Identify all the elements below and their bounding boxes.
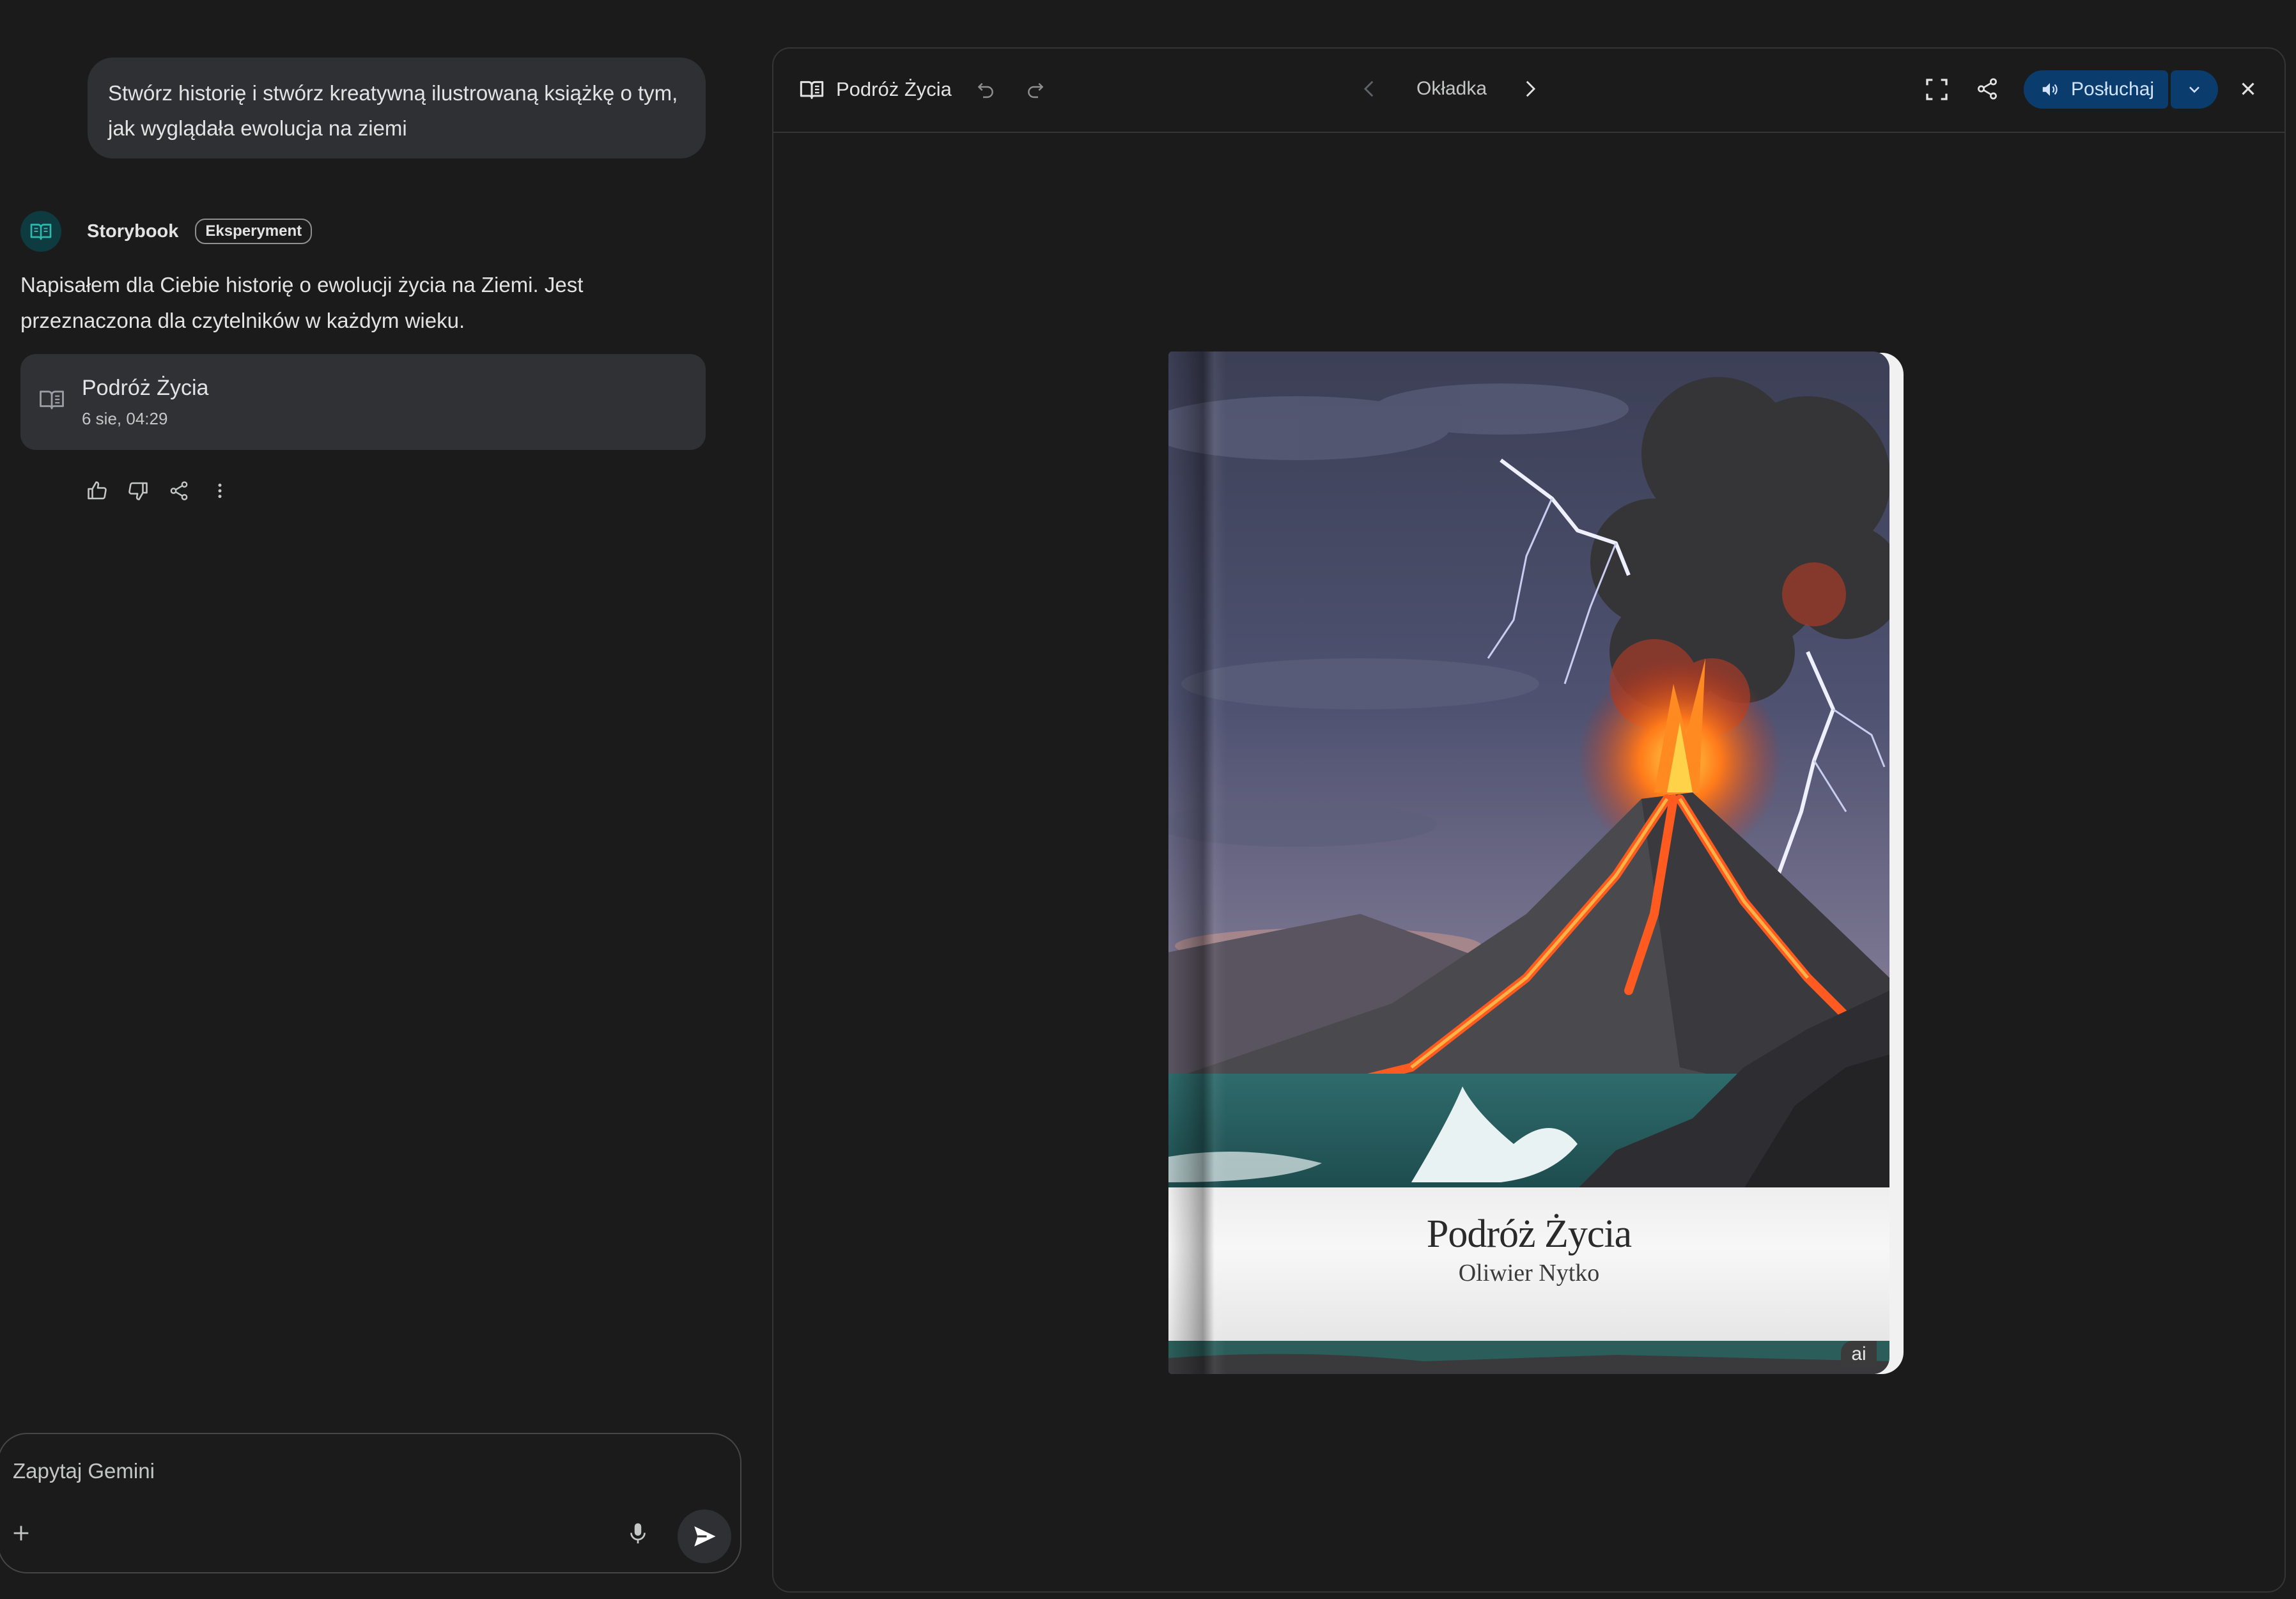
story-card-title: Podróż Życia: [82, 376, 209, 400]
close-icon[interactable]: [2237, 78, 2259, 100]
undo-icon[interactable]: [975, 79, 996, 100]
thumb-down-icon[interactable]: [125, 478, 151, 504]
fullscreen-icon[interactable]: [1924, 77, 1950, 102]
add-icon[interactable]: [10, 1522, 32, 1544]
feedback-bar: [84, 478, 233, 504]
volume-icon: [2042, 83, 2058, 96]
listen-options-button[interactable]: [2171, 70, 2218, 109]
book-icon: [30, 224, 52, 240]
viewer-title-text: Podróż Życia: [836, 78, 952, 100]
listen-button[interactable]: Posłuchaj: [2024, 70, 2168, 109]
ai-badge: ai: [1841, 1341, 1877, 1368]
send-icon: [694, 1526, 716, 1547]
thumb-up-icon[interactable]: [84, 478, 110, 504]
agent-response: Napisałem dla Ciebie historię o ewolucji…: [20, 273, 584, 332]
chevron-left-icon[interactable]: [1359, 78, 1381, 100]
share-icon[interactable]: [1975, 77, 1999, 101]
more-vert-icon[interactable]: [207, 478, 233, 504]
storybook-viewer: Podróż Życia Okładka Posłuchaj Podróż Ży…: [772, 47, 2286, 1593]
book-cover[interactable]: Podróż Życia Oliwier Nytko ai: [1168, 351, 1904, 1374]
viewer-toolbar: Podróż Życia Okładka Posłuchaj: [773, 49, 2284, 133]
story-card-date: 6 sie, 04:29: [82, 409, 168, 428]
spine-shadow: [1168, 351, 1226, 1374]
storybook-avatar: [20, 211, 61, 252]
user-message: Stwórz historię i stwórz kreatywną ilust…: [88, 58, 706, 158]
send-button[interactable]: [678, 1510, 731, 1563]
book-icon: [38, 388, 65, 411]
chevron-down-icon: [2189, 86, 2199, 93]
prompt-input[interactable]: [12, 1458, 587, 1484]
listen-label: Posłuchaj: [2071, 79, 2155, 100]
page-label: Okładka: [1416, 78, 1487, 99]
cover-illustration: Podróż Życia Oliwier Nytko: [1168, 351, 1889, 1374]
chevron-right-icon[interactable]: [1519, 78, 1540, 100]
prompt-box: [0, 1433, 741, 1573]
agent-name: Storybook: [87, 220, 179, 242]
story-card[interactable]: Podróż Życia 6 sie, 04:29: [20, 354, 706, 450]
mic-icon[interactable]: [626, 1521, 649, 1547]
share-icon[interactable]: [166, 478, 192, 504]
viewer-title: Podróż Życia: [799, 78, 952, 101]
agent-header: Storybook Eksperyment: [20, 211, 313, 252]
book-icon: [800, 81, 824, 99]
redo-icon[interactable]: [1025, 79, 1046, 100]
chat-panel: Stwórz historię i stwórz kreatywną ilust…: [0, 0, 761, 1599]
experiment-badge: Eksperyment: [195, 219, 313, 244]
book-author: Oliwier Nytko: [1458, 1260, 1600, 1286]
book-title: Podróż Życia: [1426, 1212, 1632, 1256]
